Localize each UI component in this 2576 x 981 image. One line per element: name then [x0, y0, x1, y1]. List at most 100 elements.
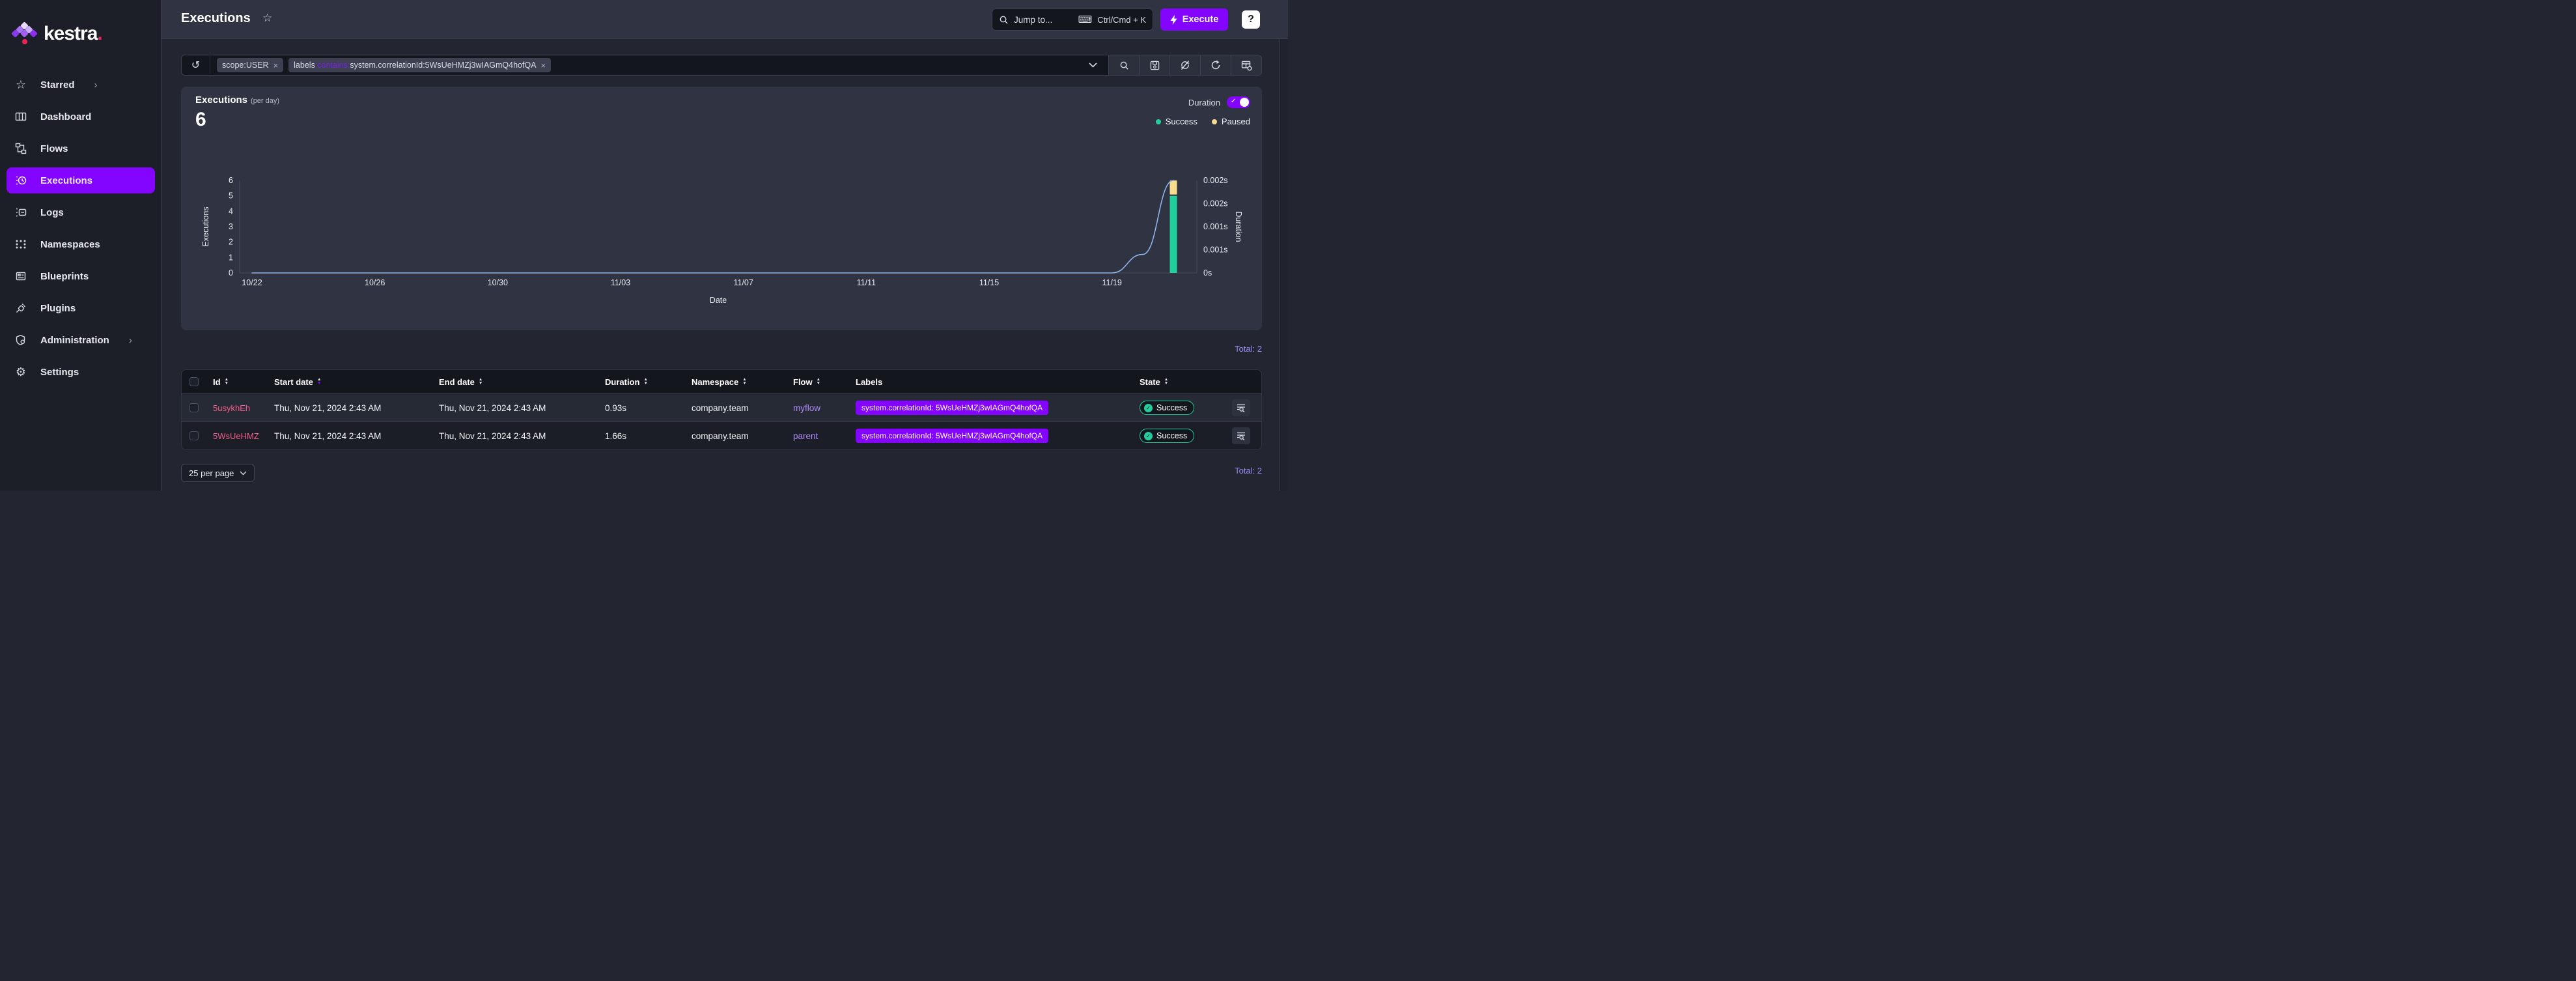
label-chip[interactable]: system.correlationId: 5WsUeHMZj3wIAGmQ4h…	[856, 401, 1048, 415]
filter-input-area[interactable]: ↺ scope:USER × labels:contains:system.co…	[182, 55, 1108, 75]
save-icon	[1150, 61, 1160, 70]
duration-cell: 0.93s	[598, 403, 685, 413]
sidebar-item-flows[interactable]: Flows	[0, 135, 161, 162]
chip-close-icon[interactable]: ×	[273, 61, 279, 70]
log-search-icon	[1237, 431, 1246, 440]
row-checkbox[interactable]	[189, 431, 199, 440]
svg-text:5: 5	[229, 192, 233, 201]
keyboard-icon: ⌨	[1078, 14, 1093, 25]
execute-button[interactable]: Execute	[1160, 8, 1228, 31]
auto-refresh-off-button[interactable]	[1169, 55, 1200, 75]
table-row: 5WsUeHMZ Thu, Nov 21, 2024 2:43 AM Thu, …	[182, 421, 1261, 449]
svg-text:11/15: 11/15	[979, 278, 999, 287]
svg-text:0.001s: 0.001s	[1203, 246, 1228, 255]
column-header-state[interactable]: State▲▼	[1133, 377, 1232, 387]
favorite-star-icon[interactable]: ☆	[262, 12, 272, 25]
refresh-icon	[1211, 60, 1221, 70]
filter-chip-scope[interactable]: scope:USER ×	[217, 58, 283, 72]
topbar: Executions ☆ Jump to... ⌨ Ctrl/Cmd + K E…	[161, 0, 1288, 39]
row-overview-button[interactable]	[1232, 399, 1250, 416]
chip-text: scope:USER	[222, 61, 269, 70]
chart-subtitle: (per day)	[251, 97, 279, 105]
help-button[interactable]: ?	[1242, 10, 1260, 29]
logo-dot: .	[97, 23, 102, 44]
row-checkbox[interactable]	[189, 403, 199, 412]
toggle-check-icon: ✓	[1231, 98, 1236, 105]
filter-chips: scope:USER × labels:contains:system.corr…	[210, 58, 1077, 72]
column-header-start-date[interactable]: Start date▲▼	[268, 377, 432, 387]
svg-text:6: 6	[229, 176, 233, 185]
filter-history-icon[interactable]: ↺	[182, 55, 210, 75]
filter-chip-labels[interactable]: labels:contains:system.correlationId:5Ws…	[288, 58, 551, 72]
chart-title: Executions(per day)	[195, 94, 279, 106]
svg-text:10/30: 10/30	[488, 278, 508, 287]
page-scrollbar[interactable]	[1280, 39, 1288, 490]
column-header-id[interactable]: Id▲▼	[206, 377, 268, 387]
svg-text:11/11: 11/11	[857, 278, 876, 287]
sidebar-item-label: Flows	[40, 143, 68, 154]
select-all-checkbox[interactable]	[189, 377, 199, 386]
administration-shield-icon	[14, 334, 27, 347]
legend-label: Success	[1166, 117, 1197, 126]
chevron-down-icon	[240, 471, 247, 476]
kestra-logo[interactable]: kestra.	[12, 20, 149, 48]
table-settings-button[interactable]	[1231, 55, 1261, 75]
filter-dropdown-chevron[interactable]	[1077, 55, 1108, 75]
column-header-duration[interactable]: Duration▲▼	[598, 377, 685, 387]
chip-value: system.correlationId:5WsUeHMZj3wIAGmQ4ho…	[350, 61, 536, 70]
start-date-cell: Thu, Nov 21, 2024 2:43 AM	[268, 403, 432, 413]
svg-text:Duration: Duration	[1234, 211, 1243, 242]
sidebar-item-plugins[interactable]: Plugins	[0, 295, 161, 321]
sidebar-item-label: Namespaces	[40, 239, 100, 250]
execution-id-link[interactable]: 5usykhEh	[213, 403, 250, 413]
column-header-namespace[interactable]: Namespace▲▼	[685, 377, 787, 387]
filter-actions	[1108, 55, 1261, 75]
sidebar-item-settings[interactable]: ⚙ Settings	[0, 359, 161, 385]
sidebar-item-label: Administration	[40, 335, 109, 346]
namespaces-icon	[14, 238, 27, 251]
namespace-cell: company.team	[685, 403, 787, 413]
sidebar-item-administration[interactable]: Administration ›	[0, 327, 161, 353]
execution-id-link[interactable]: 5WsUeHMZ	[213, 431, 259, 441]
save-filter-button[interactable]	[1139, 55, 1169, 75]
svg-text:2: 2	[229, 238, 233, 247]
svg-text:11/19: 11/19	[1102, 278, 1121, 287]
svg-text:3: 3	[229, 222, 233, 231]
label-chip[interactable]: system.correlationId: 5WsUeHMZj3wIAGmQ4h…	[856, 429, 1048, 443]
legend-item-success[interactable]: Success	[1156, 117, 1197, 126]
executions-icon	[14, 174, 27, 187]
flow-link[interactable]: myflow	[793, 403, 820, 413]
filter-search-button[interactable]	[1108, 55, 1139, 75]
column-header-labels: Labels	[849, 377, 1133, 387]
namespace-cell: company.team	[685, 431, 787, 441]
sidebar-item-executions[interactable]: Executions	[7, 167, 155, 193]
filter-bar: ↺ scope:USER × labels:contains:system.co…	[181, 55, 1262, 76]
paused-dot-icon	[1212, 119, 1217, 124]
sidebar-item-starred[interactable]: ☆ Starred ›	[0, 72, 161, 98]
duration-toggle[interactable]: ✓	[1227, 96, 1250, 108]
refresh-button[interactable]	[1200, 55, 1231, 75]
sidebar-item-dashboard[interactable]: Dashboard	[0, 104, 161, 130]
row-overview-button[interactable]	[1232, 427, 1250, 444]
column-header-end-date[interactable]: End date▲▼	[432, 377, 598, 387]
svg-text:0.002s: 0.002s	[1203, 176, 1228, 185]
chip-close-icon[interactable]: ×	[541, 61, 546, 70]
per-page-select[interactable]: 25 per page	[181, 464, 255, 482]
column-header-flow[interactable]: Flow▲▼	[787, 377, 849, 387]
sidebar-item-label: Executions	[40, 175, 92, 186]
table-row: 5usykhEh Thu, Nov 21, 2024 2:43 AM Thu, …	[182, 393, 1261, 421]
duration-toggle-label: Duration	[1188, 98, 1220, 107]
lightning-icon	[1170, 15, 1178, 25]
dashboard-icon	[14, 110, 27, 123]
logs-icon	[14, 206, 27, 219]
sidebar-item-blueprints[interactable]: Blueprints	[0, 263, 161, 289]
flow-link[interactable]: parent	[793, 431, 818, 441]
svg-text:0.002s: 0.002s	[1203, 199, 1228, 208]
star-icon: ☆	[14, 78, 27, 91]
page-title: Executions	[181, 11, 251, 26]
jump-to-search[interactable]: Jump to... ⌨ Ctrl/Cmd + K	[992, 8, 1153, 31]
sidebar-item-logs[interactable]: Logs	[0, 199, 161, 225]
legend-item-paused[interactable]: Paused	[1212, 117, 1250, 126]
sidebar-item-namespaces[interactable]: Namespaces	[0, 231, 161, 257]
sidebar-item-label: Starred	[40, 79, 75, 91]
